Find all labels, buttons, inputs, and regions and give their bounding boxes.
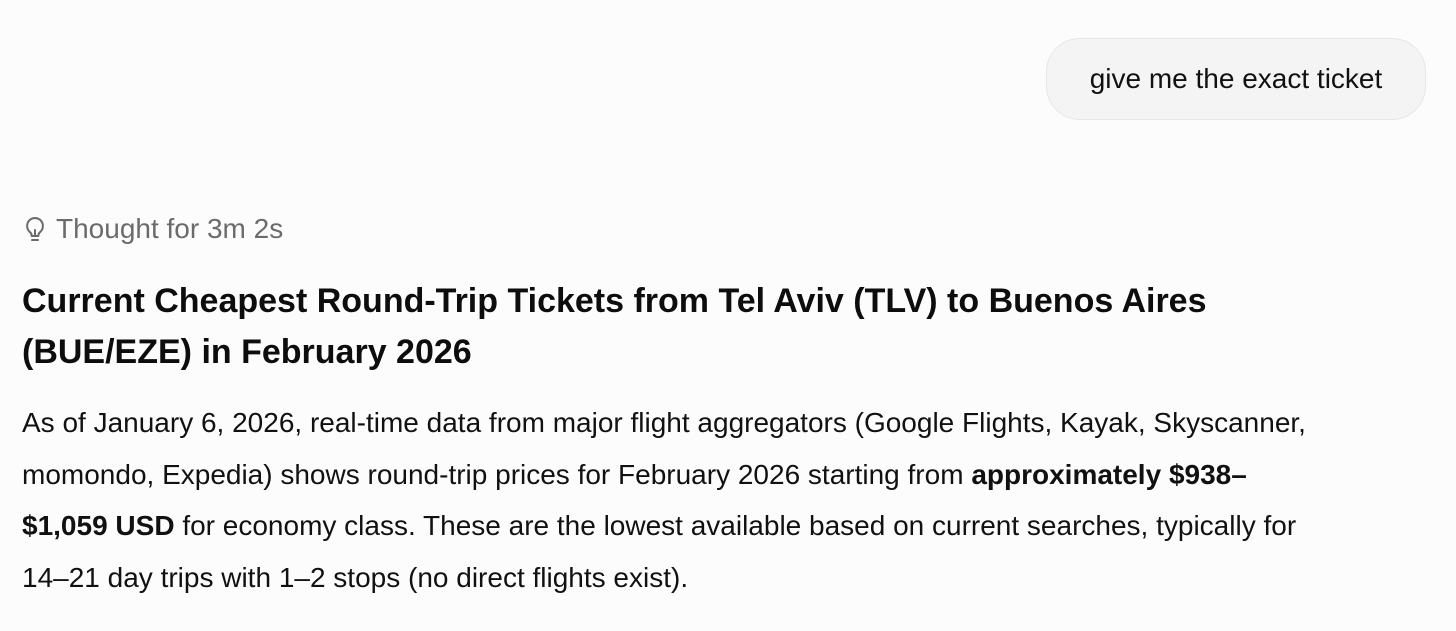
paragraph-line: $1,059 USD for economy class. These are … — [22, 500, 1442, 552]
response-paragraph: As of January 6, 2026, real-time data fr… — [22, 397, 1442, 603]
thought-toggle[interactable]: Thought for 3m 2s — [22, 208, 283, 250]
user-message-text: give me the exact ticket — [1089, 63, 1383, 94]
heading-line: Current Cheapest Round-Trip Tickets from… — [22, 282, 1207, 320]
heading-line: (BUE/EZE) in February 2026 — [22, 333, 472, 371]
response-heading: Current Cheapest Round-Trip Tickets from… — [22, 276, 1422, 378]
paragraph-line: As of January 6, 2026, real-time data fr… — [22, 407, 1306, 438]
price-range-bold: approximately $938– — [971, 458, 1247, 490]
chat-page: give me the exact ticket Thought for 3m … — [0, 0, 1456, 631]
paragraph-text: momondo, Expedia) shows round-trip price… — [22, 458, 972, 490]
paragraph-line: momondo, Expedia) shows round-trip price… — [22, 449, 1442, 501]
paragraph-line: 14–21 day trips with 1–2 stops (no direc… — [22, 561, 689, 593]
thought-label: Thought for 3m 2s — [56, 213, 284, 244]
price-range-bold: $1,059 USD — [22, 510, 175, 541]
lightbulb-icon — [22, 215, 48, 243]
paragraph-text: for economy class. These are the lowest … — [174, 510, 1297, 541]
user-message-bubble: give me the exact ticket — [1046, 38, 1426, 120]
